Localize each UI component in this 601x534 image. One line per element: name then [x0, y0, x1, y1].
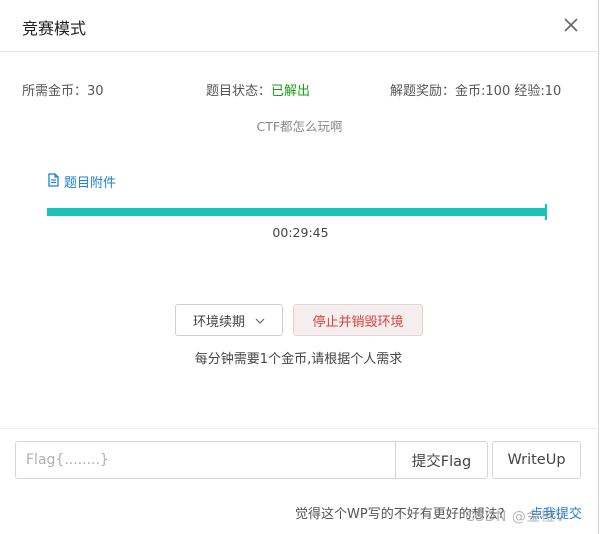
progress-fill	[47, 208, 547, 216]
coin-usage-notice: 每分钟需要1个金币,请根据个人需求	[194, 352, 403, 367]
status-info: 题目状态：已解出	[206, 80, 310, 99]
cost-info: 所需金币：30	[22, 80, 104, 99]
flag-input[interactable]	[15, 441, 396, 479]
writeup-button[interactable]: WriteUp	[492, 441, 581, 479]
stop-destroy-environment-button[interactable]: 停止并销毁环境	[293, 304, 423, 336]
submit-flag-button[interactable]: 提交Flag	[395, 441, 488, 479]
close-icon[interactable]	[560, 14, 582, 36]
watermark: CSDN @金橙V	[465, 509, 566, 525]
attachment-link[interactable]: 题目附件	[47, 172, 116, 191]
dialog-title: 竞赛模式	[22, 19, 87, 38]
dialog-header: 竞赛模式	[0, 0, 599, 52]
chevron-down-icon	[255, 313, 265, 328]
status-badge: 已解出	[271, 84, 311, 99]
remaining-timer: 00:29:45	[272, 225, 329, 240]
file-icon	[47, 172, 60, 191]
attachment-label: 题目附件	[64, 176, 117, 191]
progress-marker	[545, 204, 547, 220]
cost-value: 30	[87, 84, 104, 99]
renew-environment-dropdown[interactable]: 环境续期	[175, 304, 283, 336]
reward-info: 解题奖励：金币:100 经验:10	[390, 80, 561, 99]
renew-label: 环境续期	[192, 314, 245, 330]
divider	[0, 428, 599, 429]
challenge-description: CTF都怎么玩啊	[256, 119, 343, 134]
reward-label: 解题奖励：	[390, 84, 456, 99]
competition-dialog: 竞赛模式 所需金币：30 题目状态：已解出 解题奖励：金币:100 经验:10 …	[0, 0, 599, 534]
environment-progress-bar	[47, 204, 547, 220]
cost-label: 所需金币：	[22, 84, 88, 99]
reward-value: 金币:100 经验:10	[455, 84, 562, 99]
status-label: 题目状态：	[206, 84, 272, 99]
